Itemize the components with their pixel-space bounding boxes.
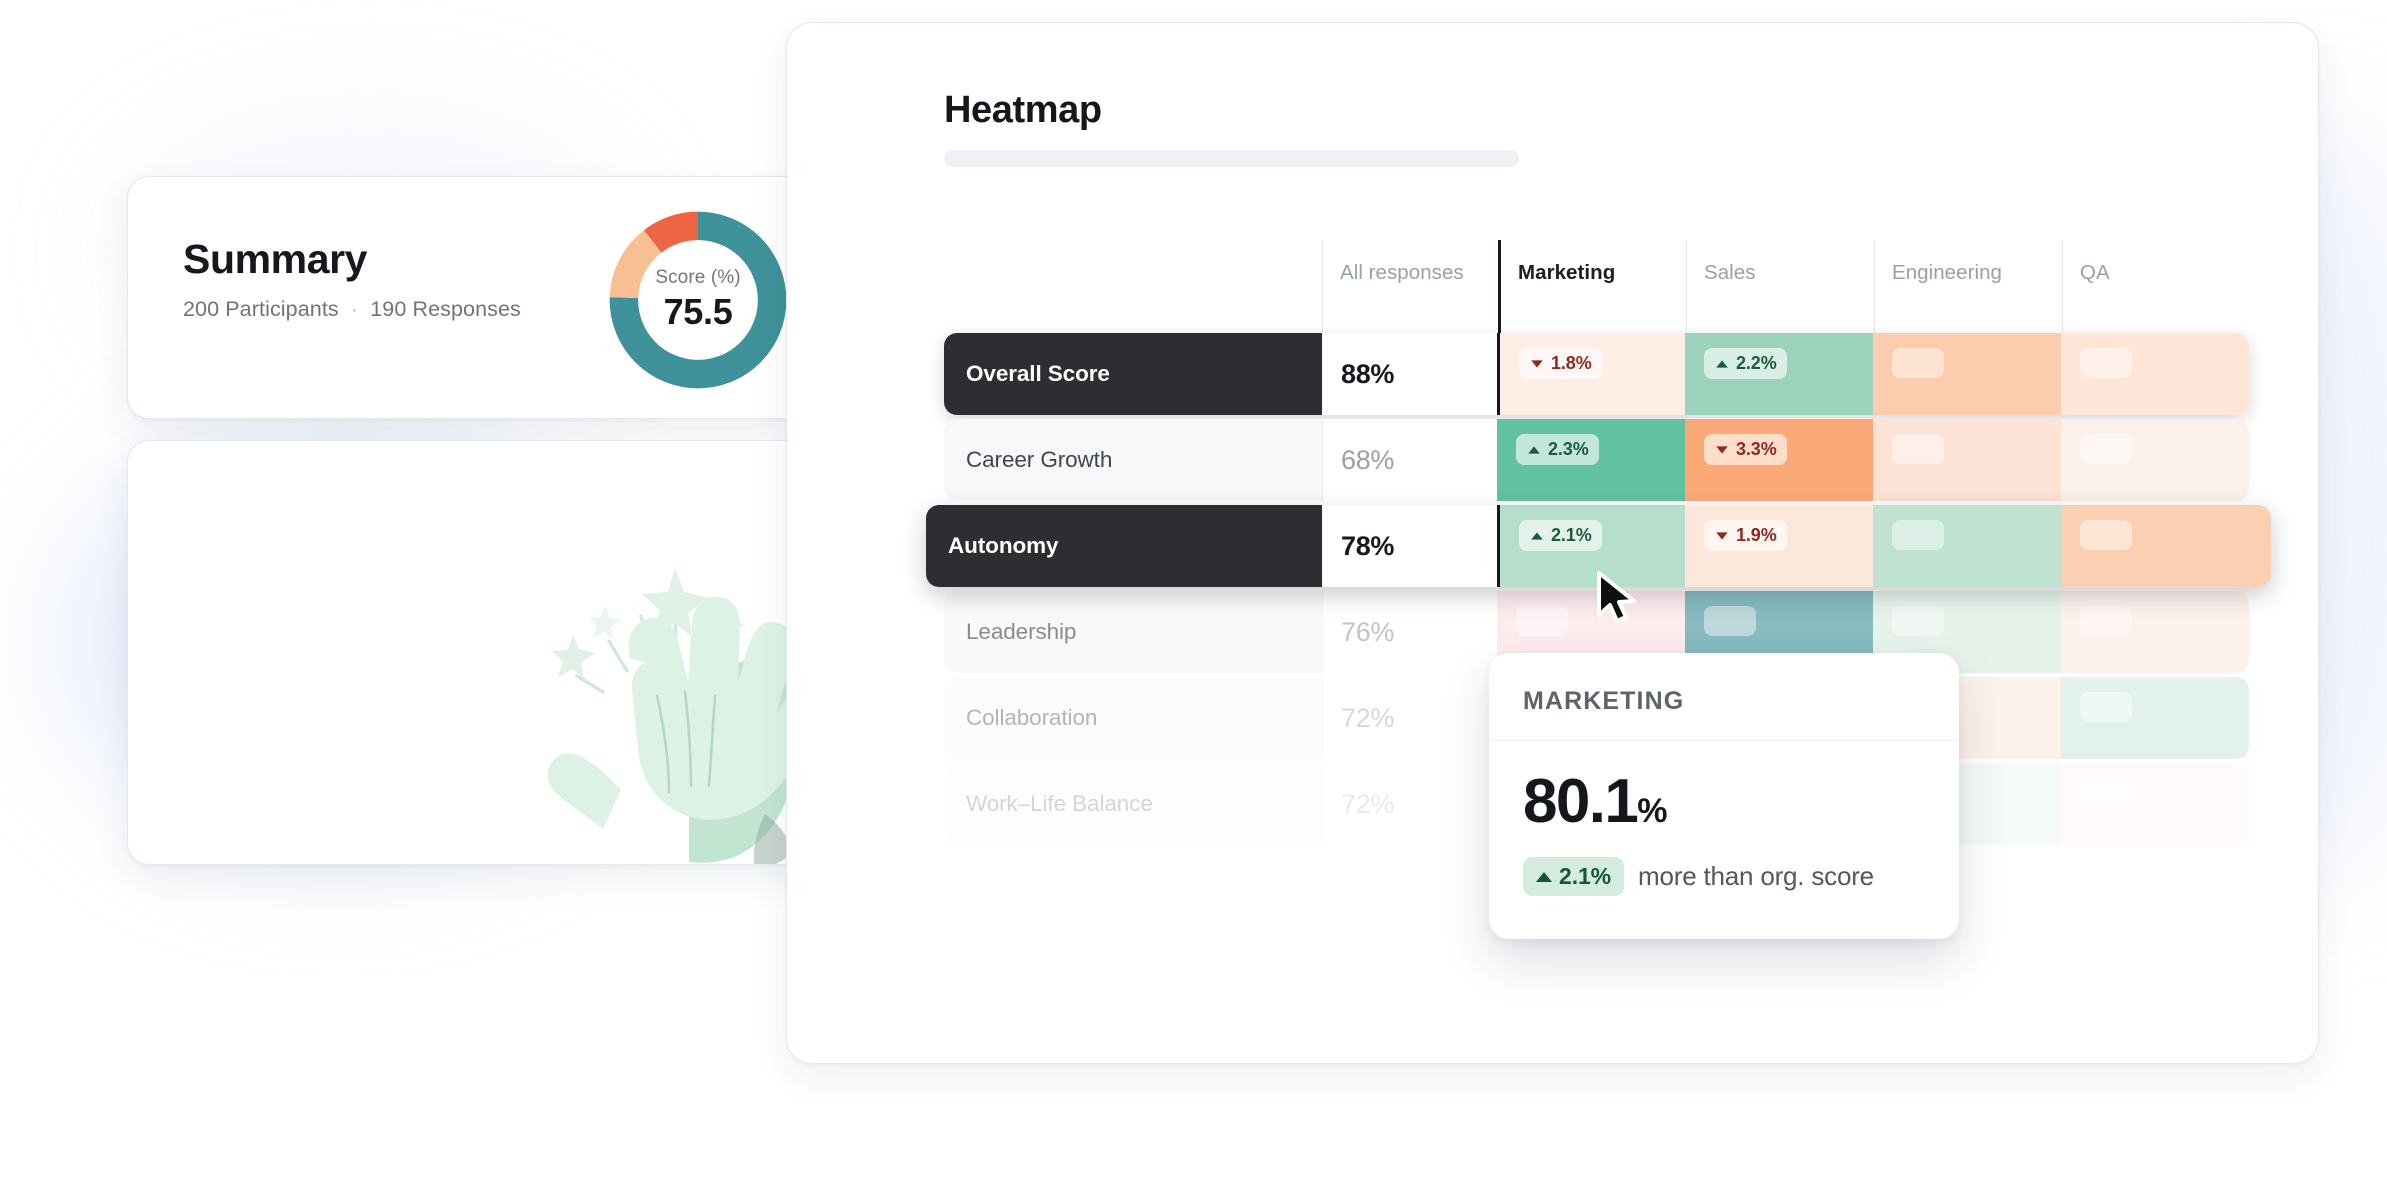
heat-cell-placeholder [1704,606,1756,636]
heat-cell-placeholder [1892,348,1944,378]
donut-value-text: 75.5 [663,291,733,332]
heat-cell-placeholder [2080,606,2132,636]
column-header-marketing[interactable]: Marketing [1498,240,1686,333]
heat-cell-delta: 2.1% [1551,525,1592,545]
tooltip-delta-badge: 2.1% [1523,857,1625,896]
tooltip-delta-value: 2.1% [1559,863,1612,889]
tooltip-header: MARKETING [1489,653,1959,741]
heat-cell-qa[interactable] [2061,763,2249,845]
page-title: Heatmap [944,89,1102,131]
row-label: Work–Life Balance [944,763,1322,845]
triangle-up-icon [1528,445,1540,454]
summary-text-block: Summary 200 Participants · 190 Responses [183,239,521,322]
heat-cell-sales[interactable]: 3.3% [1685,419,1873,501]
tooltip-value: 80.1% [1523,771,1925,833]
row-all-responses-score: 72% [1322,677,1497,759]
column-header-all-responses[interactable]: All responses [1322,240,1498,333]
responses-count: 190 Responses [370,297,521,321]
row-all-responses-score: 88% [1322,333,1497,415]
row-all-responses-score: 76% [1322,591,1497,673]
title-placeholder-bar [944,150,1519,167]
tooltip-delta-row: 2.1% more than org. score [1523,857,1925,896]
heat-cell-delta: 1.9% [1736,525,1777,545]
triangle-up-icon [1716,359,1728,368]
row-all-responses-score: 68% [1322,419,1497,501]
heat-cell-placeholder [2080,520,2132,550]
heat-cell-engineering[interactable] [1873,333,2061,415]
donut-center-label: Score (%) 75.5 [603,205,793,395]
tooltip-body: 80.1% 2.1% more than org. score [1489,741,1959,896]
heat-cell-placeholder [1892,434,1944,464]
heat-cell-engineering[interactable] [1873,419,2061,501]
heat-cell-delta: 2.2% [1736,353,1777,373]
app-root: Summary 200 Participants · 190 Responses… [0,0,2387,1187]
heat-cell-marketing[interactable]: 1.8% [1497,333,1685,415]
summary-card: Summary 200 Participants · 190 Responses… [127,176,840,419]
row-label: Leadership [944,591,1322,673]
row-all-responses-score: 72% [1322,763,1497,845]
heatmap-tooltip: MARKETING 80.1% 2.1% more than org. scor… [1489,653,1959,939]
triangle-up-icon [1531,531,1543,540]
heat-cell-qa[interactable] [2061,419,2249,501]
heat-cell-sales[interactable]: 2.2% [1685,333,1873,415]
donut-label-text: Score (%) [655,267,741,288]
table-row[interactable]: Autonomy 78% 2.1% 1.9% [926,505,2271,587]
subtitle-separator: · [350,297,359,321]
heat-cell-placeholder [2080,692,2132,722]
participants-count: 200 Participants [183,297,339,321]
heat-cell-delta: 2.3% [1548,439,1589,459]
table-row[interactable]: Career Growth 68% 2.3% 3.3% [944,419,2249,501]
row-label: Autonomy [926,505,1322,587]
heat-cell-placeholder [1892,520,1944,550]
heat-cell-qa[interactable] [2061,505,2271,587]
tooltip-delta-text: more than org. score [1638,861,1874,891]
heat-cell-placeholder [2080,778,2132,808]
triangle-down-icon [1531,359,1543,368]
heat-cell-engineering[interactable] [1873,505,2061,587]
heat-cell-marketing[interactable]: 2.1% [1497,505,1685,587]
summary-subtitle: 200 Participants · 190 Responses [183,297,521,322]
heat-cell-placeholder [1892,606,1944,636]
heat-cell-qa[interactable] [2061,677,2249,759]
heat-cell-sales[interactable]: 1.9% [1685,505,1873,587]
tooltip-value-number: 80.1 [1523,767,1639,836]
tooltip-value-percent: % [1637,792,1667,830]
heat-cell-delta: 1.8% [1551,353,1592,373]
column-header-engineering[interactable]: Engineering [1874,240,2062,333]
heat-cell-marketing[interactable]: 2.3% [1497,419,1685,501]
triangle-down-icon [1716,531,1728,540]
heat-cell-placeholder [2080,434,2132,464]
triangle-down-icon [1716,445,1728,454]
heat-cell-qa[interactable] [2061,333,2249,415]
column-header-qa[interactable]: QA [2062,240,2250,333]
row-label: Career Growth [944,419,1322,501]
heat-cell-placeholder [2080,348,2132,378]
column-header-sales[interactable]: Sales [1686,240,1874,333]
row-label: Overall Score [944,333,1322,415]
score-donut-chart: Score (%) 75.5 [603,205,793,395]
summary-title: Summary [183,236,368,282]
heat-cell-delta: 3.3% [1736,439,1777,459]
triangle-up-icon [1536,871,1552,882]
table-row[interactable]: Overall Score 88% 1.8% 2.2% [944,333,2249,415]
row-all-responses-score: 78% [1322,505,1497,587]
heat-cell-qa[interactable] [2061,591,2249,673]
most-engaged-card: MOST ENGAGED #1 Sales 2.2% 90.2% Teamwor… [127,440,840,865]
heat-cell-placeholder [1516,606,1568,636]
heatmap-column-headers: All responses Marketing Sales Engineering QA [1322,240,2250,333]
row-label: Collaboration [944,677,1322,759]
